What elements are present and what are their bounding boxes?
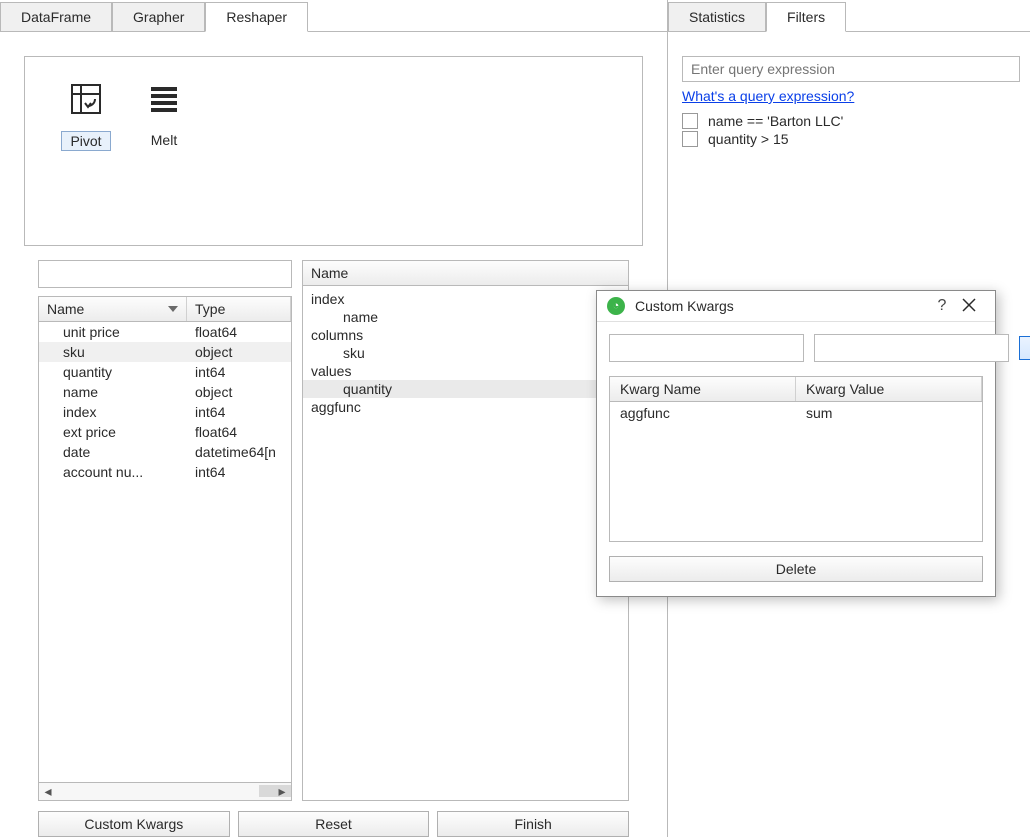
left-tabstrip: DataFrame Grapher Reshaper (0, 0, 667, 32)
kwarg-col-name[interactable]: Kwarg Name (610, 377, 796, 401)
finish-button[interactable]: Finish (437, 811, 629, 837)
tab-statistics[interactable]: Statistics (668, 2, 766, 31)
scroll-left-icon[interactable]: ◂ (39, 783, 57, 799)
tree-item[interactable]: quantity (303, 380, 628, 398)
filter-item[interactable]: quantity > 15 (682, 130, 1020, 148)
right-tabstrip: Statistics Filters (668, 0, 1030, 32)
tool-pivot[interactable]: Pivot (51, 81, 121, 151)
close-icon (962, 298, 976, 312)
fields-table: Name Type unit pricefloat64skuobjectquan… (38, 296, 292, 801)
tab-reshaper[interactable]: Reshaper (205, 2, 308, 32)
tree-item[interactable]: aggfunc (303, 398, 628, 416)
kwarg-table: Kwarg Name Kwarg Value aggfuncsum (609, 376, 983, 542)
tree-item[interactable]: columns (303, 326, 628, 344)
tab-dataframe[interactable]: DataFrame (0, 2, 112, 31)
reset-button[interactable]: Reset (238, 811, 430, 837)
custom-kwargs-button[interactable]: Custom Kwargs (38, 811, 230, 837)
kwarg-name-input[interactable] (609, 334, 804, 362)
query-help-link[interactable]: What's a query expression? (682, 88, 854, 104)
fields-col-name[interactable]: Name (39, 297, 187, 321)
tab-filters[interactable]: Filters (766, 2, 846, 32)
tree-item[interactable]: name (303, 308, 628, 326)
tool-melt[interactable]: Melt (129, 81, 199, 149)
table-row[interactable]: unit pricefloat64 (39, 322, 291, 342)
fields-hscroll[interactable]: ◂ ▸ (39, 782, 291, 800)
tool-melt-label: Melt (143, 131, 185, 149)
checkbox[interactable] (682, 131, 698, 147)
fields-search-input[interactable] (38, 260, 292, 288)
tree-item[interactable]: values (303, 362, 628, 380)
scroll-right-icon[interactable]: ▸ (273, 783, 291, 799)
table-row[interactable]: ext pricefloat64 (39, 422, 291, 442)
pivot-tree: Name indexnamecolumnsskuvaluesquantityag… (302, 260, 629, 801)
table-row[interactable]: account nu...int64 (39, 462, 291, 482)
table-row[interactable]: nameobject (39, 382, 291, 402)
checkbox[interactable] (682, 113, 698, 129)
tab-grapher[interactable]: Grapher (112, 2, 205, 31)
table-row[interactable]: datedatetime64[n (39, 442, 291, 462)
dialog-help-button[interactable]: ? (931, 297, 953, 315)
delete-kwarg-button[interactable]: Delete (609, 556, 983, 582)
tree-item[interactable]: index (303, 290, 628, 308)
table-row[interactable]: quantityint64 (39, 362, 291, 382)
table-row[interactable]: indexint64 (39, 402, 291, 422)
tool-pivot-label: Pivot (61, 131, 110, 151)
query-input[interactable] (682, 56, 1020, 82)
pandas-icon: ◔ (607, 297, 625, 315)
tree-header[interactable]: Name (303, 261, 628, 286)
table-row[interactable]: aggfuncsum (610, 402, 982, 424)
kwarg-value-input[interactable] (814, 334, 1009, 362)
pivot-icon (68, 81, 104, 117)
fields-col-type[interactable]: Type (187, 297, 291, 321)
reshape-toolbox: Pivot Melt (24, 56, 643, 246)
kwarg-col-value[interactable]: Kwarg Value (796, 377, 982, 401)
tree-item[interactable]: sku (303, 344, 628, 362)
melt-icon (146, 81, 182, 117)
custom-kwargs-dialog: ◔ Custom Kwargs ? Add Kwarg Name Kwarg V… (596, 290, 996, 597)
add-kwarg-button[interactable]: Add (1019, 336, 1030, 360)
filter-item[interactable]: name == 'Barton LLC' (682, 112, 1020, 130)
dialog-title: Custom Kwargs (635, 298, 931, 314)
dialog-close-button[interactable] (953, 298, 985, 315)
table-row[interactable]: skuobject (39, 342, 291, 362)
